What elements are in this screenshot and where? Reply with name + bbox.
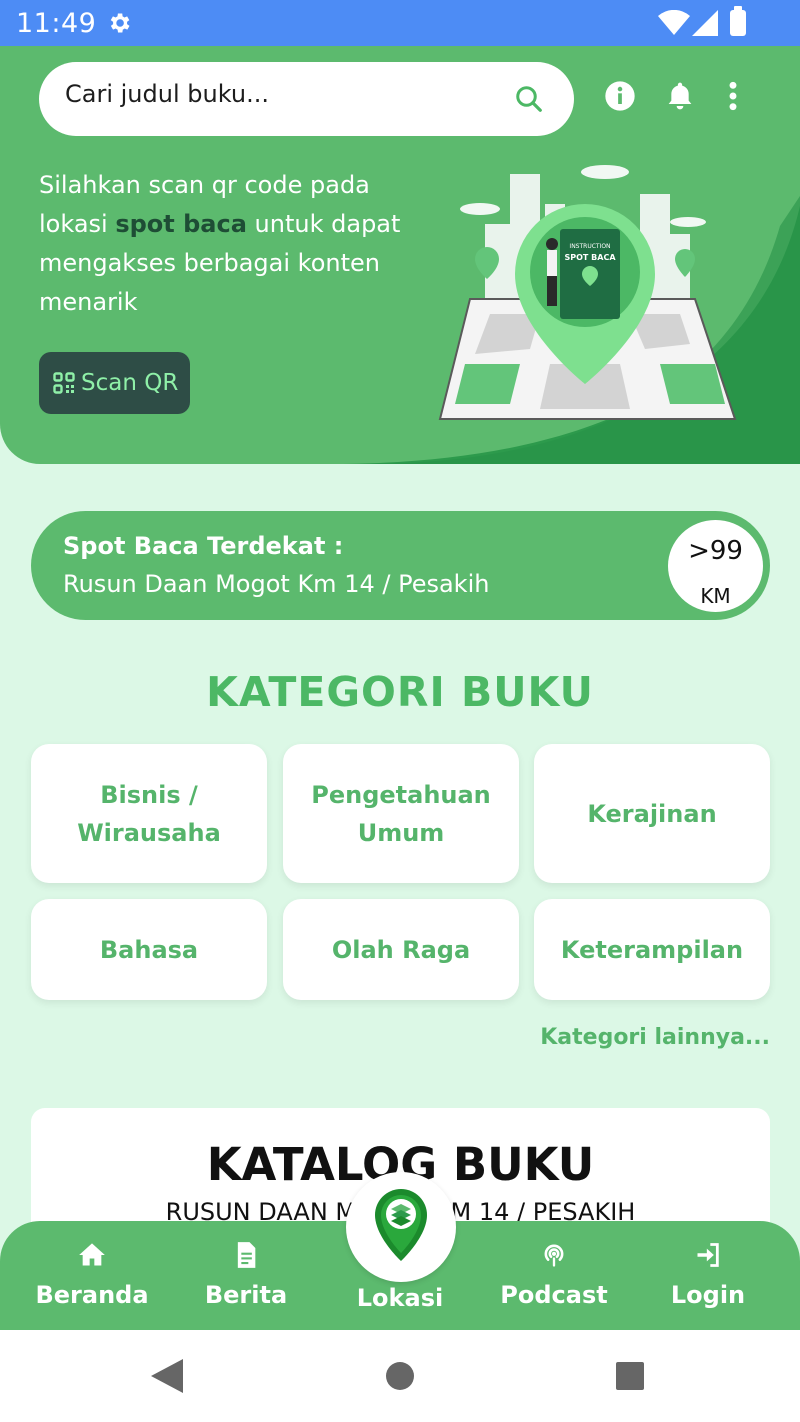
battery-icon [730,6,746,36]
info-icon[interactable] [604,80,636,112]
bell-icon[interactable] [664,80,696,112]
more-categories-link[interactable]: Kategori lainnya... [540,1025,770,1050]
nav-label: Berita [204,1281,288,1309]
nav-label: Login [670,1281,746,1309]
status-bar: 11:49 [0,0,800,46]
nav-beranda[interactable]: Beranda [32,1221,152,1330]
login-icon [697,1243,719,1267]
spot-location: Rusun Daan Mogot Km 14 / Pesakih [63,570,490,598]
signal-icon [692,10,718,36]
category-label: Bisnis / Wirausaha [77,780,221,847]
home-icon [79,1243,105,1266]
category-bisnis-wirausaha[interactable]: Bisnis / Wirausaha [31,744,267,883]
nav-label: Beranda [35,1281,149,1309]
illustration-caption-top: INSTRUCTION [569,243,610,250]
hero-text-bold: spot baca [115,210,247,238]
category-kerajinan[interactable]: Kerajinan [534,744,770,883]
document-icon [237,1242,256,1268]
category-label: Kerajinan [587,799,717,828]
distance-value: >99 [688,536,743,566]
category-label: Pengetahuan Umum [311,780,491,847]
distance-badge: >99 KM [668,520,763,612]
search-input[interactable] [65,80,485,108]
illustration-caption: SPOT BACA [564,253,616,262]
category-olah-raga[interactable]: Olah Raga [283,899,519,1000]
spot-title: Spot Baca Terdekat : [63,532,344,560]
spot-baca-map-illustration: INSTRUCTION SPOT BACA [438,165,737,420]
qr-code-icon [53,372,75,394]
more-vert-icon[interactable] [722,80,744,112]
hero-banner: Silahkan scan qr code pada lokasi spot b… [0,46,800,464]
status-time: 11:49 [16,8,97,39]
nav-label: Podcast [500,1281,608,1309]
category-label: Olah Raga [331,935,471,964]
recents-icon[interactable] [615,1361,645,1391]
category-pengetahuan-umum[interactable]: Pengetahuan Umum [283,744,519,883]
nav-berita[interactable]: Berita [186,1221,306,1330]
settings-icon [110,13,130,33]
home-circle-icon[interactable] [385,1361,415,1391]
nav-label: Lokasi [356,1284,444,1312]
search-icon[interactable] [514,84,544,114]
nearest-spot-card[interactable]: Spot Baca Terdekat : Rusun Daan Mogot Km… [31,511,770,620]
hero-description: Silahkan scan qr code pada lokasi spot b… [39,166,419,322]
nav-podcast[interactable]: Podcast [494,1221,614,1330]
distance-unit: KM [700,584,731,608]
category-label: Bahasa [99,935,199,964]
nav-login[interactable]: Login [648,1221,768,1330]
location-pin-icon [375,1189,427,1261]
category-bahasa[interactable]: Bahasa [31,899,267,1000]
search-bar[interactable] [39,62,574,136]
category-keterampilan[interactable]: Keterampilan [534,899,770,1000]
categories-title: KATEGORI BUKU [206,668,594,716]
system-navigation-bar [0,1330,800,1422]
wifi-icon [658,10,690,35]
category-label: Keterampilan [560,935,744,964]
podcast-icon [544,1244,564,1267]
back-icon[interactable] [151,1359,183,1393]
location-fab[interactable] [346,1172,456,1282]
scan-qr-button[interactable]: Scan QR [39,352,190,414]
scan-qr-label: Scan QR [81,370,179,396]
